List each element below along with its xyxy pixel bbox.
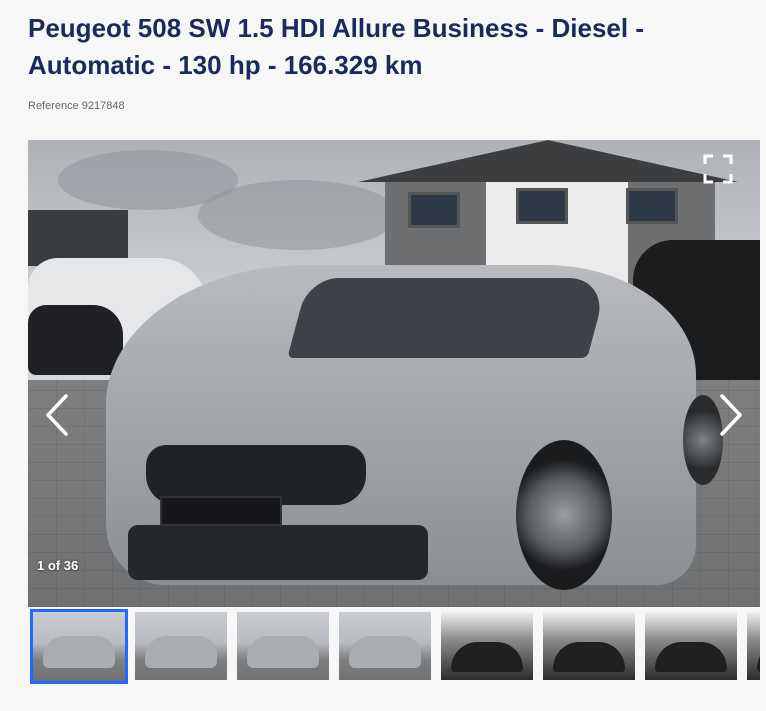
photo-car-plate xyxy=(160,496,282,526)
thumbnail-4[interactable] xyxy=(339,612,431,680)
reference-number: Reference 9217848 xyxy=(28,100,125,112)
thumbnail-2[interactable] xyxy=(135,612,227,680)
thumbnail-6[interactable] xyxy=(543,612,635,680)
expand-icon[interactable] xyxy=(703,154,733,184)
photo-window xyxy=(516,188,568,224)
photo-car-lower-grille xyxy=(128,525,428,580)
next-photo-button[interactable] xyxy=(716,390,746,440)
photo-window xyxy=(408,192,460,228)
listing-title: Peugeot 508 SW 1.5 HDI Allure Business -… xyxy=(28,13,645,80)
photo-counter: 1 of 36 xyxy=(37,558,79,573)
thumbnail-5[interactable] xyxy=(441,612,533,680)
thumbnail-8[interactable] xyxy=(747,612,760,680)
chevron-right-icon xyxy=(720,394,742,436)
thumbnail-1[interactable] xyxy=(30,609,128,684)
chevron-left-icon xyxy=(46,394,68,436)
previous-photo-button[interactable] xyxy=(42,390,72,440)
thumbnail-3[interactable] xyxy=(237,612,329,680)
photo-house-roof xyxy=(358,140,738,182)
photo-car-windshield xyxy=(287,278,609,358)
main-photo[interactable]: 1 of 36 xyxy=(28,140,760,607)
photo-car-wheel xyxy=(516,440,612,590)
thumbnail-7[interactable] xyxy=(645,612,737,680)
photo-cloud xyxy=(198,180,398,250)
photo-window xyxy=(626,188,678,224)
thumbnail-strip xyxy=(28,608,760,686)
photo-bg-car xyxy=(28,305,123,375)
